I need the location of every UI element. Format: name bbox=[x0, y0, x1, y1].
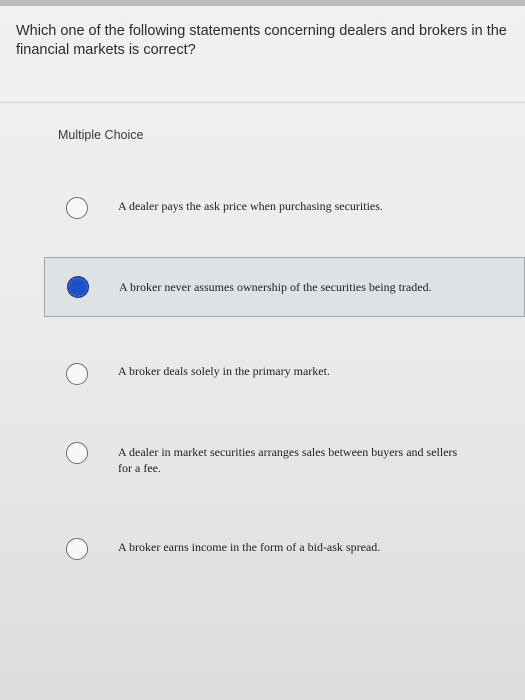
radio-button-4[interactable] bbox=[66, 442, 88, 464]
answer-option-4-label: A dealer in market securities arranges s… bbox=[118, 445, 458, 475]
answer-option-5[interactable]: A broker earns income in the form of a b… bbox=[44, 528, 525, 572]
answer-option-1[interactable]: A dealer pays the ask price when purchas… bbox=[44, 186, 525, 230]
answer-option-4[interactable]: A dealer in market securities arranges s… bbox=[44, 432, 525, 484]
answer-option-2-label: A broker never assumes ownership of the … bbox=[119, 280, 432, 294]
question-type-label: Multiple Choice bbox=[58, 128, 144, 142]
answer-option-5-label: A broker earns income in the form of a b… bbox=[118, 540, 381, 554]
top-border bbox=[0, 0, 525, 6]
answer-option-3-label: A broker deals solely in the primary mar… bbox=[118, 364, 330, 378]
radio-button-5[interactable] bbox=[66, 538, 88, 560]
question-text: Which one of the following statements co… bbox=[16, 23, 507, 58]
radio-button-3[interactable] bbox=[66, 363, 88, 385]
answer-option-3[interactable]: A broker deals solely in the primary mar… bbox=[44, 352, 525, 396]
answer-option-1-label: A dealer pays the ask price when purchas… bbox=[118, 199, 383, 213]
answer-option-2[interactable]: A broker never assumes ownership of the … bbox=[44, 257, 525, 317]
radio-button-2-selected[interactable] bbox=[67, 276, 89, 298]
question-divider bbox=[0, 102, 525, 103]
radio-button-1[interactable] bbox=[66, 197, 88, 219]
